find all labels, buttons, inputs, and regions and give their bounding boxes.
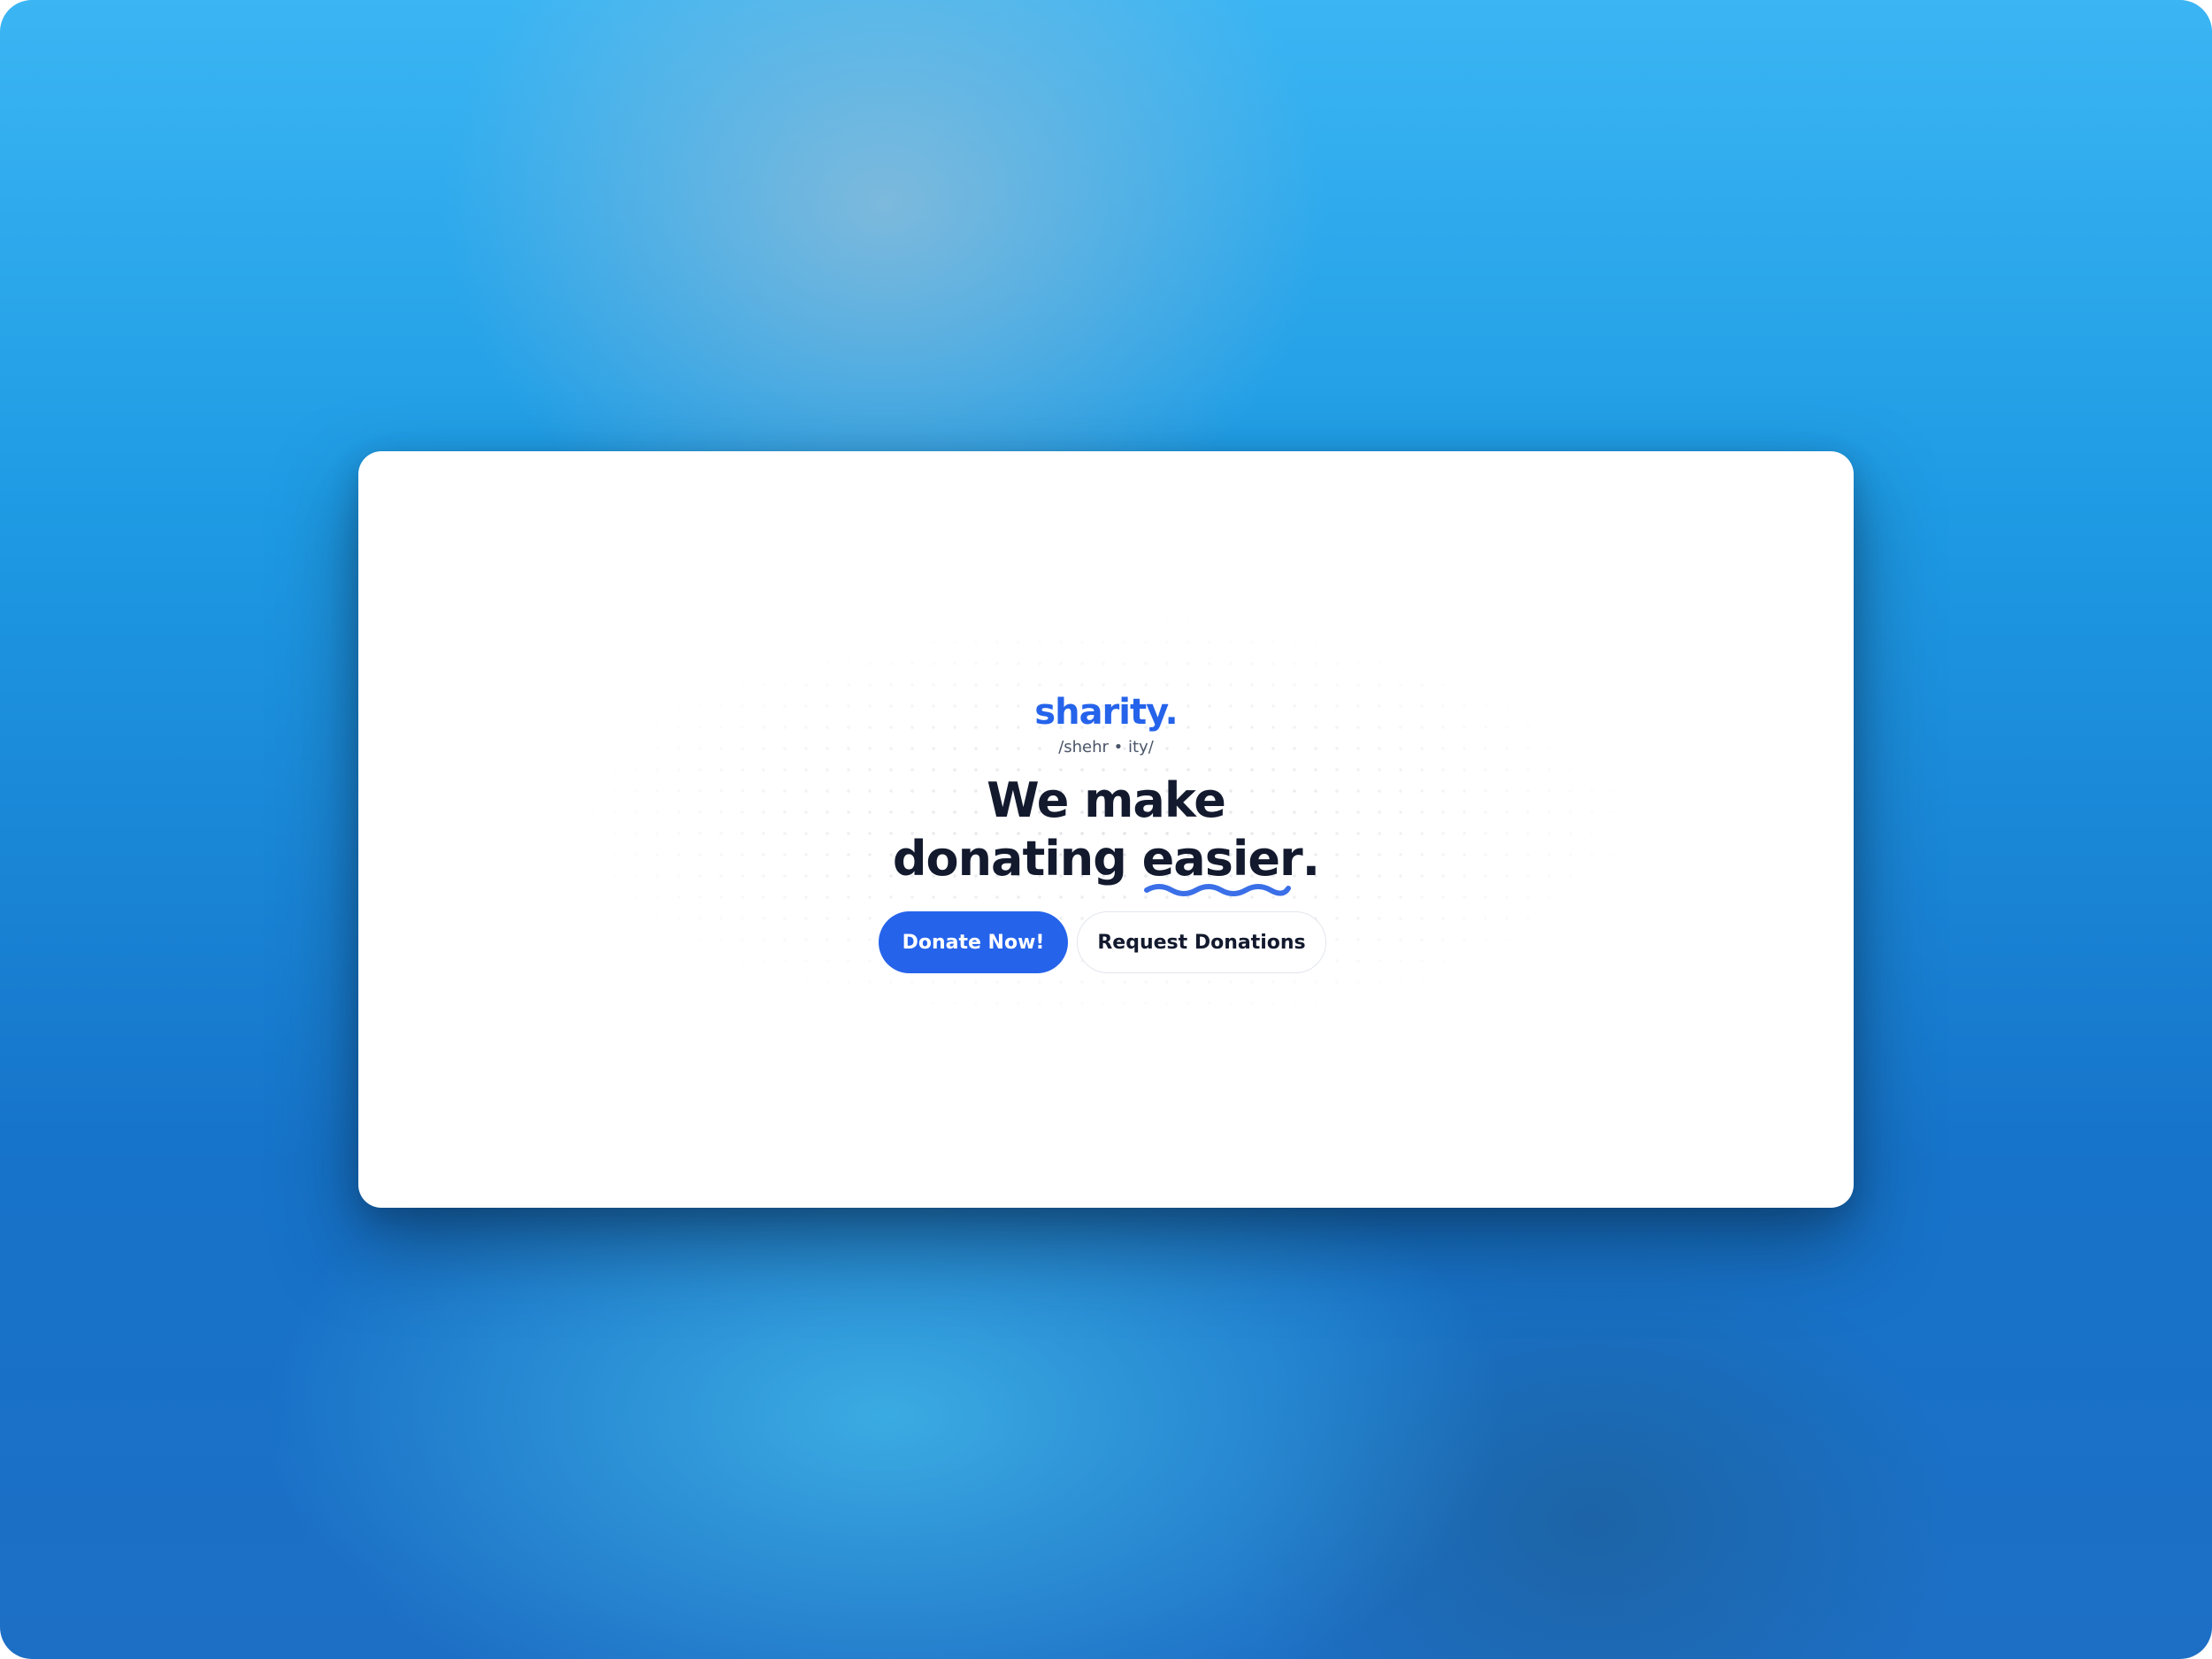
headline-line-1: We make	[987, 772, 1226, 828]
donate-now-button[interactable]: Donate Now!	[879, 911, 1068, 973]
brand-logo[interactable]: sharity.	[358, 695, 1854, 730]
request-donations-button[interactable]: Request Donations	[1077, 911, 1326, 973]
headline-emphasis-word: easier	[1141, 831, 1303, 887]
hero-headline: We make donating easier .	[358, 772, 1854, 896]
headline-suffix: .	[1302, 831, 1320, 887]
squiggle-underline-icon	[1143, 884, 1291, 896]
headline-prefix: donating	[892, 831, 1142, 887]
brand-pronunciation: /shehr • ity/	[1058, 738, 1154, 757]
headline-line-2: donating easier .	[358, 830, 1854, 896]
headline-emphasis: easier	[1141, 830, 1303, 896]
landing-card: sharity. /shehr • ity/ We make donating …	[358, 451, 1854, 1208]
hero-actions: Donate Now! Request Donations	[358, 911, 1854, 973]
